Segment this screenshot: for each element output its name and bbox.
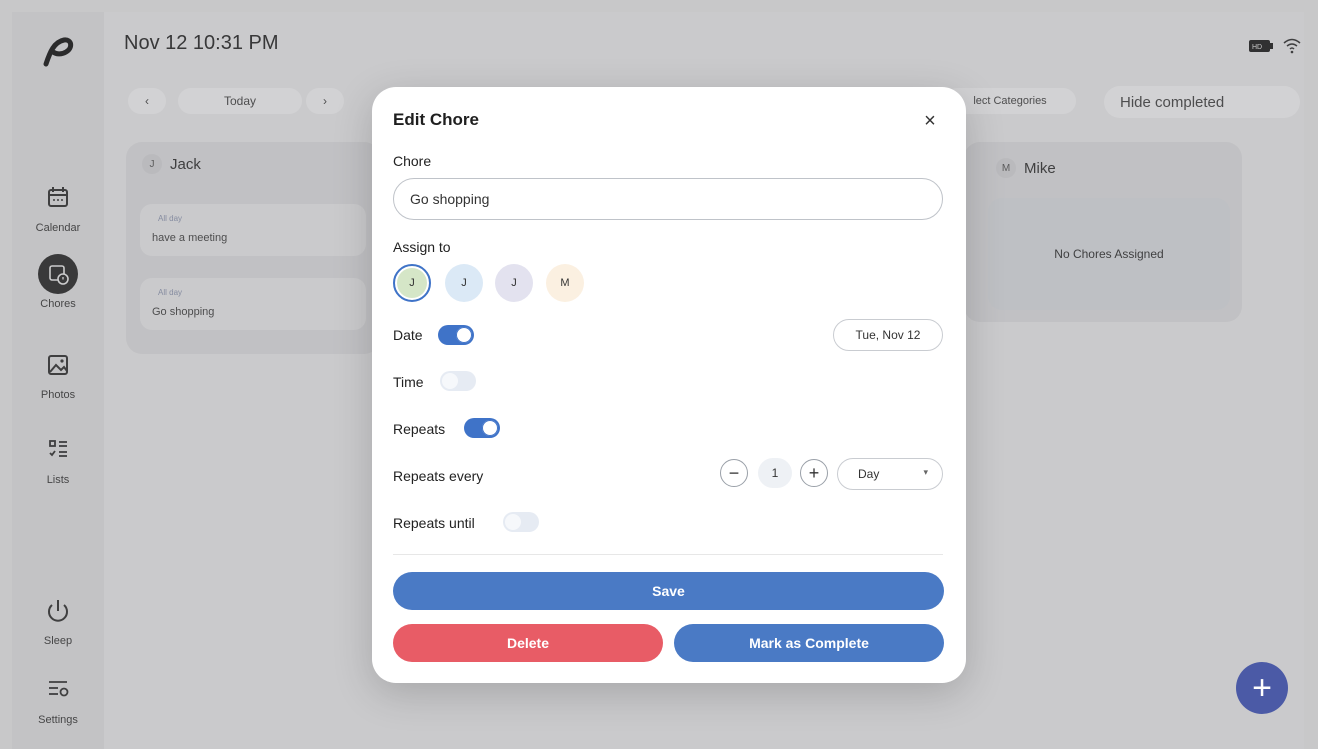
- time-label: Time: [393, 374, 424, 390]
- repeat-interval-value[interactable]: 1: [758, 458, 792, 488]
- repeat-unit-value: Day: [858, 467, 880, 481]
- assignee-avatar[interactable]: J: [393, 264, 431, 302]
- repeats-toggle[interactable]: [464, 418, 500, 438]
- date-toggle[interactable]: [438, 325, 474, 345]
- repeat-unit-select[interactable]: Day ▾: [837, 458, 943, 490]
- time-toggle[interactable]: [440, 371, 476, 391]
- mark-complete-button[interactable]: Mark as Complete: [674, 624, 944, 662]
- decrement-button[interactable]: −: [720, 459, 748, 487]
- chore-name-input[interactable]: [393, 178, 943, 220]
- assign-label: Assign to: [393, 239, 451, 255]
- increment-button[interactable]: +: [800, 459, 828, 487]
- repeats-until-toggle[interactable]: [503, 512, 539, 532]
- toggle-knob: [456, 327, 472, 343]
- date-label: Date: [393, 327, 423, 343]
- assignee-avatar[interactable]: J: [445, 264, 483, 302]
- delete-button[interactable]: Delete: [393, 624, 663, 662]
- chevron-down-icon: ▾: [923, 467, 928, 477]
- repeats-until-label: Repeats until: [393, 515, 475, 531]
- app-root: Nov 12 10:31 PM HD Calendar Chores Photo…: [0, 0, 1318, 749]
- repeats-label: Repeats: [393, 421, 446, 437]
- toggle-knob: [505, 514, 521, 530]
- edit-chore-dialog: Edit Chore × Chore Assign to J J J M Dat…: [372, 87, 966, 683]
- chore-label: Chore: [393, 153, 432, 169]
- toggle-knob: [442, 373, 458, 389]
- assignee-avatar[interactable]: M: [546, 264, 584, 302]
- add-chore-button[interactable]: +: [1236, 662, 1288, 714]
- divider: [393, 554, 943, 555]
- repeats-every-label: Repeats every: [393, 468, 484, 484]
- save-button[interactable]: Save: [393, 572, 944, 610]
- dialog-title: Edit Chore: [393, 110, 479, 129]
- toggle-knob: [482, 420, 498, 436]
- close-icon[interactable]: ×: [918, 109, 942, 133]
- date-picker-button[interactable]: Tue, Nov 12: [833, 319, 943, 351]
- assignee-avatar[interactable]: J: [495, 264, 533, 302]
